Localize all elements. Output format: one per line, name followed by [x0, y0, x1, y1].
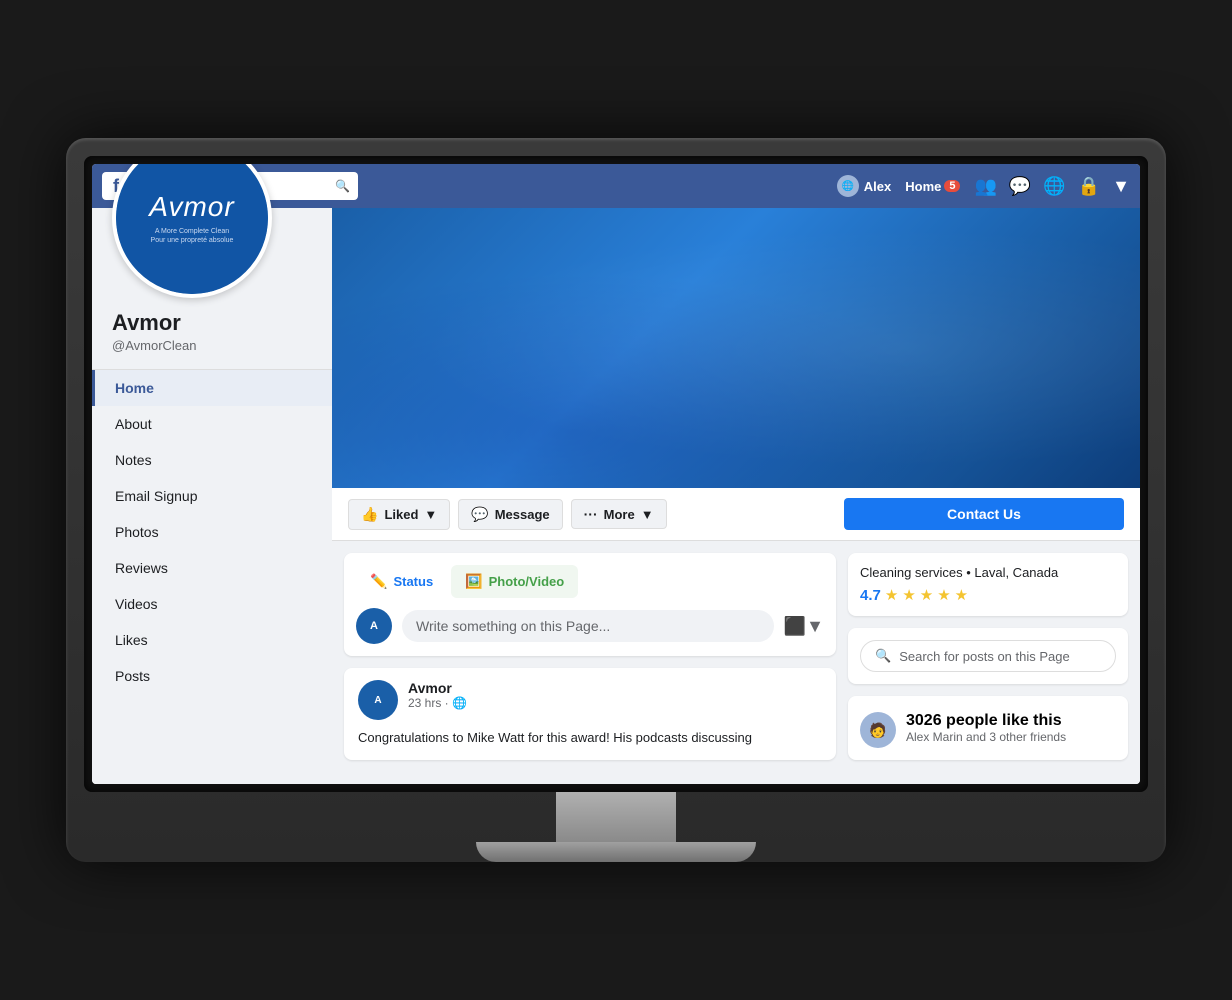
friends-icon[interactable]: 👥: [974, 176, 996, 197]
sidebar-item-home[interactable]: Home: [92, 370, 332, 406]
post-composer: ✏️ Status 🖼️ Photo/Video A: [344, 553, 836, 656]
post-card: A Avmor 23 hrs · 🌐 Congratulations to Mi…: [344, 668, 836, 760]
likes-info: 🧑 3026 people like this Alex Marin and 3…: [860, 712, 1116, 748]
post-avatar: A: [358, 680, 398, 720]
status-icon: ✏️: [370, 573, 387, 590]
sidebar-item-email-signup[interactable]: Email Signup: [92, 478, 332, 514]
status-tab-label: Status: [393, 574, 433, 589]
status-tab[interactable]: ✏️ Status: [356, 565, 447, 598]
page-handle: @AvmorClean: [112, 338, 312, 353]
photo-icon: 🖼️: [465, 573, 482, 590]
liked-icon: 👍: [361, 506, 378, 523]
star-1: ★: [885, 586, 898, 604]
likes-card: 🧑 3026 people like this Alex Marin and 3…: [848, 696, 1128, 760]
star-4: ★: [937, 586, 950, 604]
search-posts-card: 🔍 Search for posts on this Page: [848, 628, 1128, 684]
post-body: Congratulations to Mike Watt for this aw…: [344, 728, 836, 760]
dropdown-icon[interactable]: ▼: [1112, 176, 1130, 197]
brand-name: Avmor: [149, 191, 234, 223]
lock-icon[interactable]: 🔒: [1078, 176, 1100, 197]
more-label: More: [604, 507, 635, 522]
action-bar: 👍 Liked ▼ 💬 Message ··· More ▼: [332, 488, 1140, 541]
liked-dropdown-icon: ▼: [424, 507, 437, 522]
globe-icon[interactable]: 🌐: [1043, 176, 1065, 197]
message-icon: 💬: [471, 506, 488, 523]
more-button[interactable]: ··· More ▼: [571, 499, 667, 529]
profile-main: Avmor A More Complete CleanPour une prop…: [92, 208, 1140, 784]
home-label: Home: [905, 179, 941, 194]
messages-icon[interactable]: 💬: [1009, 176, 1031, 197]
search-posts-input[interactable]: 🔍 Search for posts on this Page: [860, 640, 1116, 672]
post-time: 23 hrs · 🌐: [408, 696, 467, 710]
more-icon: ···: [584, 506, 598, 522]
contact-us-button[interactable]: Contact Us: [844, 498, 1124, 530]
composer-input-row: A Write something on this Page... ⬛▼: [356, 608, 824, 644]
page-category: Cleaning services • Laval, Canada: [860, 565, 1116, 580]
liked-label: Liked: [384, 507, 418, 522]
likes-count: 3026 people like this: [906, 712, 1066, 730]
sidebar-item-notes[interactable]: Notes: [92, 442, 332, 478]
sidebar-item-videos[interactable]: Videos: [92, 586, 332, 622]
post-header: A Avmor 23 hrs · 🌐: [344, 668, 836, 728]
page-info-card: Cleaning services • Laval, Canada 4.7 ★ …: [848, 553, 1128, 616]
monitor-stand-neck: [556, 792, 676, 842]
liked-button[interactable]: 👍 Liked ▼: [348, 499, 450, 530]
post-author: Avmor: [408, 680, 467, 696]
cover-pattern: [332, 208, 1140, 488]
likes-avatar: 🧑: [860, 712, 896, 748]
right-sidebar: Cleaning services • Laval, Canada 4.7 ★ …: [848, 553, 1128, 772]
search-posts-icon: 🔍: [875, 648, 891, 664]
star-5: ★: [955, 586, 968, 604]
screen: f Avmor 🔍 🌐 Alex Home 5 👥: [92, 164, 1140, 784]
sidebar-nav: Home About Notes Email Signup Photos Rev…: [92, 369, 332, 694]
logo-tagline: A More Complete CleanPour une propreté a…: [149, 227, 234, 245]
likes-sub: Alex Marin and 3 other friends: [906, 730, 1066, 744]
sidebar-item-posts[interactable]: Posts: [92, 658, 332, 694]
sidebar-item-likes[interactable]: Likes: [92, 622, 332, 658]
likes-text: 3026 people like this Alex Marin and 3 o…: [906, 712, 1066, 744]
content-columns: ✏️ Status 🖼️ Photo/Video A: [332, 541, 1140, 784]
nav-icons: 👥 💬 🌐 🔒 ▼: [974, 176, 1130, 197]
cover-photo: [332, 208, 1140, 488]
composer-tabs: ✏️ Status 🖼️ Photo/Video: [356, 565, 824, 598]
user-menu[interactable]: 🌐 Alex: [837, 175, 891, 197]
profile-content: 👍 Liked ▼ 💬 Message ··· More ▼: [332, 208, 1140, 784]
user-name: Alex: [864, 179, 891, 194]
monitor: f Avmor 🔍 🌐 Alex Home 5 👥: [66, 138, 1166, 862]
user-avatar: 🌐: [837, 175, 859, 197]
more-dropdown-icon: ▼: [641, 507, 654, 522]
feed-column: ✏️ Status 🖼️ Photo/Video A: [344, 553, 836, 772]
avmor-logo: Avmor A More Complete CleanPour une prop…: [149, 191, 234, 245]
star-rating: 4.7 ★ ★ ★ ★ ★: [860, 586, 1116, 604]
profile-pic-inner: Avmor A More Complete CleanPour une prop…: [116, 164, 268, 294]
sidebar-item-reviews[interactable]: Reviews: [92, 550, 332, 586]
star-2: ★: [902, 586, 915, 604]
composer-avatar: A: [356, 608, 392, 644]
message-button[interactable]: 💬 Message: [458, 499, 562, 530]
rating-number: 4.7: [860, 587, 881, 604]
message-label: Message: [495, 507, 550, 522]
visibility-icon[interactable]: ⬛▼: [784, 616, 824, 637]
page-name: Avmor: [112, 310, 312, 336]
star-3: ★: [920, 586, 933, 604]
nav-right: 🌐 Alex Home 5 👥 💬 🌐 🔒 ▼: [837, 175, 1130, 197]
photo-tab-label: Photo/Video: [489, 574, 565, 589]
search-icon: 🔍: [335, 179, 350, 193]
sidebar-item-photos[interactable]: Photos: [92, 514, 332, 550]
composer-input[interactable]: Write something on this Page...: [402, 610, 774, 642]
screen-bezel: f Avmor 🔍 🌐 Alex Home 5 👥: [84, 156, 1148, 792]
post-meta: Avmor 23 hrs · 🌐: [408, 680, 467, 710]
sidebar-item-about[interactable]: About: [92, 406, 332, 442]
home-link[interactable]: Home 5: [905, 179, 960, 194]
monitor-stand-base: [476, 842, 756, 862]
profile-picture: Avmor A More Complete CleanPour une prop…: [112, 164, 272, 298]
search-posts-label: Search for posts on this Page: [899, 649, 1070, 664]
home-badge: 5: [944, 180, 960, 192]
photo-tab[interactable]: 🖼️ Photo/Video: [451, 565, 578, 598]
profile-sidebar: Avmor A More Complete CleanPour une prop…: [92, 208, 332, 784]
